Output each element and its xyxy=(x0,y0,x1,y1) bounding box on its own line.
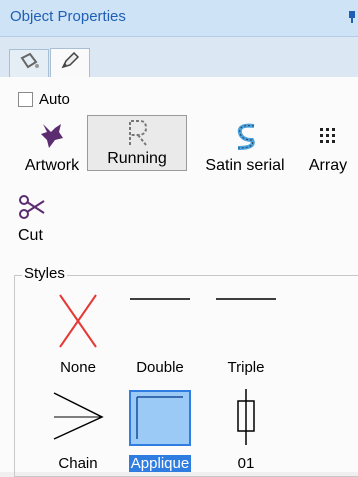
pin-icon[interactable] xyxy=(348,10,356,24)
tab-strip xyxy=(0,37,358,78)
line-icon xyxy=(130,298,190,300)
style-none-label: None xyxy=(60,359,96,376)
tool-cut-label: Cut xyxy=(18,227,43,244)
tab-fill[interactable] xyxy=(9,49,49,77)
red-x-icon xyxy=(59,294,97,348)
style-triple-label: Triple xyxy=(227,359,265,376)
style-chain[interactable]: Chain xyxy=(38,387,118,472)
auto-checkbox-row[interactable]: Auto xyxy=(18,91,70,108)
tool-cut[interactable]: Cut xyxy=(18,187,54,245)
style-01-label: 01 xyxy=(237,455,255,472)
scissors-icon xyxy=(18,187,54,227)
tool-artwork[interactable]: Artwork xyxy=(20,115,84,175)
style-triple[interactable]: Triple xyxy=(206,291,286,376)
tool-satin-serial-label: Satin serial xyxy=(205,157,285,174)
style-01[interactable]: 01 xyxy=(206,387,286,472)
panel-titlebar: Object Properties xyxy=(0,0,358,37)
tool-running-label: Running xyxy=(107,150,167,167)
applique-square-icon xyxy=(129,390,191,446)
style-applique[interactable]: Applique xyxy=(120,387,200,472)
auto-label: Auto xyxy=(39,91,70,108)
style-double[interactable]: Double xyxy=(120,291,200,376)
styles-title: Styles xyxy=(22,265,67,282)
bucket-icon xyxy=(18,52,40,75)
panel-title: Object Properties xyxy=(10,8,126,25)
pattern-01-icon xyxy=(237,389,255,445)
array-icon xyxy=(302,115,354,157)
style-none[interactable]: None xyxy=(38,291,118,376)
style-chain-label: Chain xyxy=(58,455,98,472)
tool-array[interactable]: Array xyxy=(302,115,354,175)
auto-checkbox[interactable] xyxy=(18,92,33,107)
style-double-label: Double xyxy=(136,359,184,376)
tab-outline[interactable] xyxy=(50,48,90,78)
chain-triangle-icon xyxy=(53,392,104,440)
tool-artwork-label: Artwork xyxy=(24,157,80,174)
artwork-icon xyxy=(20,115,84,157)
line-icon xyxy=(216,298,276,300)
satin-serial-icon xyxy=(194,115,296,157)
properties-content: Auto Artwork Running Satin serial Array … xyxy=(0,77,358,477)
running-stitch-icon xyxy=(88,116,186,150)
tool-satin-serial[interactable]: Satin serial xyxy=(194,115,296,175)
style-applique-label: Applique xyxy=(128,455,192,472)
tool-running[interactable]: Running xyxy=(87,115,187,171)
pencil-icon xyxy=(60,51,80,75)
tool-array-label: Array xyxy=(308,157,348,174)
